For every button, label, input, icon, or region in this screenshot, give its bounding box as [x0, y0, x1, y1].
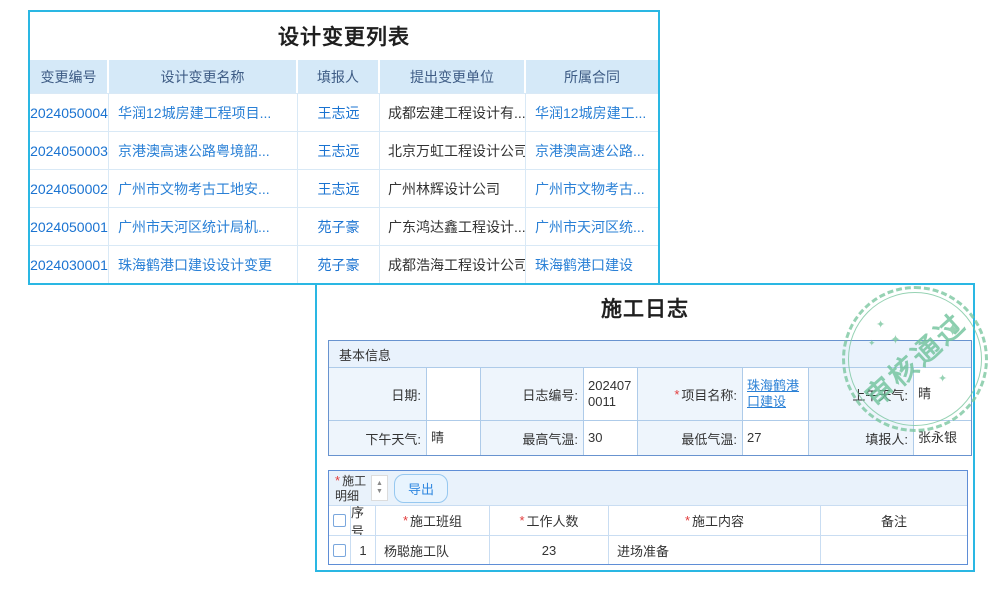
unit-text: 北京万虹工程设计公司: [380, 132, 526, 169]
construction-log-title: 施工日志: [317, 285, 973, 331]
project-name-label: * 项目名称:: [638, 368, 743, 420]
col-header-contract: 所属合同: [526, 60, 658, 93]
detail-table-row: 1 杨聪施工队 23 进场准备: [329, 536, 967, 564]
log-no-value: 2024070011: [584, 368, 638, 420]
col-header-workers: * 工作人数: [490, 506, 609, 535]
table-row: 2024030001 珠海鹤港口建设设计变更 苑子豪 成都浩海工程设计公司 珠海…: [30, 245, 658, 283]
form-row: 下午天气: 晴 最高气温: 30 最低气温: 27 填报人: 张永银: [329, 420, 971, 455]
select-all-checkbox[interactable]: [333, 514, 346, 527]
row-checkbox[interactable]: [333, 544, 346, 557]
unit-text: 广州林辉设计公司: [380, 170, 526, 207]
contract-link[interactable]: 华润12城房建工...: [526, 94, 658, 131]
unit-text: 广东鸿达鑫工程设计...: [380, 208, 526, 245]
change-id-link[interactable]: 2024050003: [30, 132, 109, 169]
pm-weather-value: 晴: [427, 421, 481, 455]
design-change-table-header: 变更编号 设计变更名称 填报人 提出变更单位 所属合同: [30, 60, 658, 93]
basic-info-section: 基本信息 日期: 日志编号: 2024070011 * 项目名称: 珠海鹤港口建…: [328, 340, 972, 456]
change-id-link[interactable]: 2024050001: [30, 208, 109, 245]
table-row: 2024050001 广州市天河区统计局机... 苑子豪 广东鸿达鑫工程设计..…: [30, 207, 658, 245]
required-asterisk: *: [335, 473, 340, 488]
arrow-down-icon[interactable]: ▼: [376, 488, 383, 496]
date-label: 日期:: [329, 368, 427, 420]
unit-text: 成都宏建工程设计有...: [380, 94, 526, 131]
seq-cell: 1: [351, 536, 376, 564]
max-temp-label: 最高气温:: [481, 421, 584, 455]
col-header-reporter: 填报人: [298, 60, 380, 93]
min-temp-value: 27: [743, 421, 809, 455]
construction-detail-toolbar: *施工 明细 ▲ ▼ 导出: [329, 471, 967, 506]
table-row: 2024050002 广州市文物考古工地安... 王志远 广州林辉设计公司 广州…: [30, 169, 658, 207]
required-asterisk: *: [674, 387, 679, 402]
form-row: 日期: 日志编号: 2024070011 * 项目名称: 珠海鹤港口建设 上午天…: [329, 368, 971, 420]
detail-table-header: 序号 * 施工班组 * 工作人数 * 施工内容 备注: [329, 506, 967, 536]
log-no-label: 日志编号:: [481, 368, 584, 420]
contract-link[interactable]: 广州市天河区统...: [526, 208, 658, 245]
reporter-link[interactable]: 苑子豪: [298, 246, 380, 283]
content-cell: 进场准备: [609, 536, 821, 564]
unit-text: 成都浩海工程设计公司: [380, 246, 526, 283]
change-name-link[interactable]: 珠海鹤港口建设设计变更: [109, 246, 298, 283]
col-header-seq: 序号: [351, 506, 376, 535]
log-reporter-value: 张永银: [914, 421, 971, 455]
construction-detail-label: *施工 明细: [335, 473, 369, 503]
contract-link[interactable]: 京港澳高速公路...: [526, 132, 658, 169]
col-header-change-id: 变更编号: [30, 60, 109, 93]
col-header-team: * 施工班组: [376, 506, 490, 535]
col-header-change-name: 设计变更名称: [109, 60, 298, 93]
header-checkbox-cell: [329, 506, 351, 535]
reporter-link[interactable]: 王志远: [298, 132, 380, 169]
reporter-link[interactable]: 王志远: [298, 170, 380, 207]
export-button[interactable]: 导出: [394, 474, 448, 503]
team-cell: 杨聪施工队: [376, 536, 490, 564]
change-name-link[interactable]: 京港澳高速公路粤境韶...: [109, 132, 298, 169]
contract-link[interactable]: 珠海鹤港口建设: [526, 246, 658, 283]
workers-cell: 23: [490, 536, 609, 564]
construction-detail-section: *施工 明细 ▲ ▼ 导出 序号 * 施工班组 *: [328, 470, 968, 565]
change-name-link[interactable]: 广州市文物考古工地安...: [109, 170, 298, 207]
construction-log-panel: 施工日志 基本信息 日期: 日志编号: 2024070011 * 项目名称: 珠…: [315, 283, 975, 572]
change-name-link[interactable]: 广州市天河区统计局机...: [109, 208, 298, 245]
arrow-up-icon[interactable]: ▲: [376, 480, 383, 488]
remark-cell: [821, 536, 967, 564]
project-name-cell: 珠海鹤港口建设: [743, 368, 809, 420]
col-header-unit: 提出变更单位: [380, 60, 526, 93]
log-reporter-label: 填报人:: [809, 421, 914, 455]
basic-info-section-title: 基本信息: [329, 341, 971, 368]
table-row: 2024050004 华润12城房建工程项目... 王志远 成都宏建工程设计有.…: [30, 93, 658, 131]
min-temp-label: 最低气温:: [638, 421, 743, 455]
change-name-link[interactable]: 华润12城房建工程项目...: [109, 94, 298, 131]
collapse-spinner[interactable]: ▲ ▼: [371, 475, 388, 501]
col-header-content: * 施工内容: [609, 506, 821, 535]
max-temp-value: 30: [584, 421, 638, 455]
change-id-link[interactable]: 2024030001: [30, 246, 109, 283]
table-row: 2024050003 京港澳高速公路粤境韶... 王志远 北京万虹工程设计公司 …: [30, 131, 658, 169]
design-change-list-panel: 设计变更列表 变更编号 设计变更名称 填报人 提出变更单位 所属合同 20240…: [28, 10, 660, 285]
am-weather-value: 晴: [914, 368, 971, 420]
page: 设计变更列表 变更编号 设计变更名称 填报人 提出变更单位 所属合同 20240…: [0, 0, 1000, 600]
date-field[interactable]: [427, 368, 481, 420]
reporter-link[interactable]: 王志远: [298, 94, 380, 131]
contract-link[interactable]: 广州市文物考古...: [526, 170, 658, 207]
am-weather-label: 上午天气:: [809, 368, 914, 420]
project-name-link[interactable]: 珠海鹤港口建设: [747, 378, 804, 411]
row-checkbox-cell: [329, 536, 351, 564]
change-id-link[interactable]: 2024050004: [30, 94, 109, 131]
change-id-link[interactable]: 2024050002: [30, 170, 109, 207]
pm-weather-label: 下午天气:: [329, 421, 427, 455]
col-header-remark: 备注: [821, 506, 967, 535]
reporter-link[interactable]: 苑子豪: [298, 208, 380, 245]
design-change-list-title: 设计变更列表: [30, 12, 658, 60]
